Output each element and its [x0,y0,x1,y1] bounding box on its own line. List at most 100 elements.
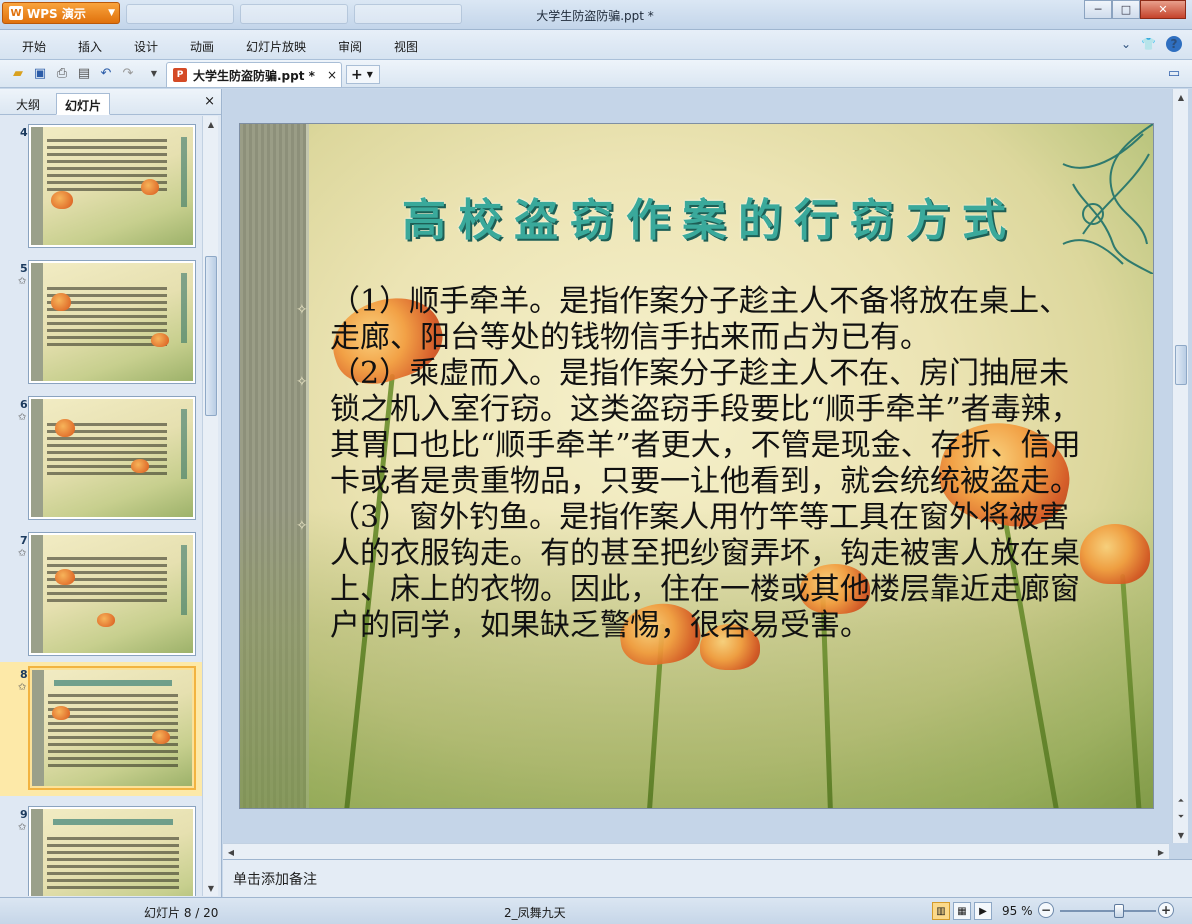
zoom-slider-track[interactable] [1060,910,1156,912]
zoom-level: 95 % [1002,904,1033,918]
minimize-button[interactable]: ─ [1084,0,1112,19]
thumbnail-image [31,809,193,896]
bullet-paragraph: ✧ （2）乘虚而入。是指作案分子趁主人不在、房门抽屉未锁之机入室行窃。这类盗窃手… [296,356,1090,500]
slide-thumbnail[interactable]: 9 ✩ [0,802,202,896]
slide-thumbnail[interactable]: 4 [0,120,202,248]
theme-name: 2_凤舞九天 [504,906,566,920]
menu-review[interactable]: 审阅 [338,38,362,55]
menu-design[interactable]: 设计 [134,38,158,55]
slide-thumbnail[interactable]: 6 ✩ [0,392,202,520]
scroll-down-icon[interactable]: ▼ [203,880,219,896]
thumbnail-image [31,263,193,381]
bullet-paragraph: ✧ （1）顺手牵羊。是指作案分子趁主人不备将放在桌上、走廊、阳台等处的钱物信手拈… [296,284,1090,356]
thumbnail-scrollbar[interactable]: ▲ ▼ [202,116,218,896]
next-slide-icon[interactable]: ⏷ [1173,809,1189,825]
thumbnail-number: 5 [20,262,28,275]
star-bullet-icon: ✧ [296,374,308,390]
wps-logo-icon: W [9,6,23,20]
wps-app-menu-button[interactable]: W WPS 演示 ▼ [2,2,120,24]
editor-horizontal-scrollbar[interactable]: ◀ ▶ [223,843,1169,859]
menu-bar: 开始 插入 设计 动画 幻灯片放映 审阅 视图 ⌄ 👕 ? [0,30,1192,60]
save-icon[interactable]: ▣ [32,65,48,81]
customize-dropdown-icon[interactable]: ▼ [146,65,162,81]
chevron-down-icon: ▼ [108,8,115,18]
tulip-flower [1080,524,1150,584]
zoom-out-button[interactable]: − [1038,902,1054,918]
tab-outline[interactable]: 大纲 [8,93,48,115]
star-bullet-icon: ✧ [296,518,308,534]
app-menu-label: WPS 演示 [27,6,86,21]
help-icon[interactable]: ? [1166,36,1182,52]
thumbnail-frame [28,396,196,520]
scrollbar-thumb[interactable] [1175,345,1187,385]
scroll-up-icon[interactable]: ▲ [203,116,219,132]
scroll-down-icon[interactable]: ▼ [1173,827,1189,843]
new-document-button[interactable]: + ▼ [346,65,380,84]
document-tab[interactable]: P 大学生防盗防骗.ppt * × [166,62,342,87]
thumbnail-number: 8 [20,668,28,681]
scroll-right-icon[interactable]: ▶ [1153,844,1169,860]
thumbnail-frame [28,260,196,384]
zoom-slider-knob[interactable] [1113,904,1124,918]
slide-thumbnail[interactable]: 5 ✩ [0,256,202,384]
thumbnail-image [32,670,192,786]
slide-thumbnail-list: 4 5 ✩ 6 ✩ 7 ✩ 8 ✩ 9 ✩ [0,116,202,896]
slide-sorter-view-icon[interactable]: ▦ [953,902,971,920]
chevron-down-icon[interactable]: ▼ [367,70,373,79]
bullet-paragraph: ✧ （3）窗外钓鱼。是指作案人用竹竿等工具在窗外将被害人的衣服钩走。有的甚至把纱… [296,500,1090,644]
scrollbar-thumb[interactable] [205,256,217,416]
close-tab-icon[interactable]: × [327,68,337,82]
slide-body-text[interactable]: ✧ （1）顺手牵羊。是指作案分子趁主人不备将放在桌上、走廊、阳台等处的钱物信手拈… [296,284,1090,644]
paragraph-text: （1）顺手牵羊。是指作案分子趁主人不备将放在桌上、走廊、阳台等处的钱物信手拈来而… [330,284,1070,355]
window-layout-icon[interactable]: ▭ [1166,65,1182,81]
menu-slideshow[interactable]: 幻灯片放映 [246,38,306,55]
open-folder-icon[interactable]: ▰ [10,65,26,81]
animation-star-icon: ✩ [18,822,27,833]
tab-slides[interactable]: 幻灯片 [56,93,111,115]
previous-slide-icon[interactable]: ⏶ [1173,793,1189,809]
slide-thumbnail[interactable]: 7 ✩ [0,528,202,656]
thumbnail-number: 4 [20,126,28,139]
menu-view[interactable]: 视图 [394,38,418,55]
thumbnail-image [31,127,193,245]
window-controls: ─ □ ✕ [1084,0,1186,19]
scroll-up-icon[interactable]: ▲ [1173,89,1189,105]
document-tab-label: 大学生防盗防骗.ppt * [193,68,315,83]
print-icon[interactable]: ⎙ [54,65,70,81]
collapse-ribbon-icon[interactable]: ⌄ [1121,37,1131,51]
print-preview-icon[interactable]: ▤ [76,65,92,81]
slide-counter: 幻灯片 8 / 20 [144,906,219,920]
close-button[interactable]: ✕ [1140,0,1186,19]
maximize-button[interactable]: □ [1112,0,1140,19]
normal-view-icon[interactable]: ▥ [932,902,950,920]
slide-title[interactable]: 高校盗窃作案的行窃方式 [310,184,1110,248]
skin-icon[interactable]: 👕 [1141,37,1156,51]
background-tab[interactable] [354,4,462,24]
thumbnail-frame [28,124,196,248]
redo-icon[interactable]: ↷ [120,65,136,81]
slideshow-view-icon[interactable]: ▶ [974,902,992,920]
slide-thumbnail-selected[interactable]: 8 ✩ [0,662,202,796]
menu-start[interactable]: 开始 [22,38,46,55]
animation-star-icon: ✩ [18,682,27,693]
paragraph-text: （3）窗外钓鱼。是指作案人用竹竿等工具在窗外将被害人的衣服钩走。有的甚至把纱窗弄… [330,500,1080,643]
background-window-tabs [126,4,462,24]
background-tab[interactable] [126,4,234,24]
menu-insert[interactable]: 插入 [78,38,102,55]
slide-navigation-panel: 大纲 幻灯片 × 4 5 ✩ 6 ✩ 7 ✩ 8 ✩ 9 ✩ ▲ ▼ [0,89,222,897]
view-buttons: ▥ ▦ ▶ [932,902,992,920]
slide-canvas[interactable]: 高校盗窃作案的行窃方式 ✧ （1）顺手牵羊。是指作案分子趁主人不备将放在桌上、走… [239,123,1154,809]
zoom-in-button[interactable]: + [1158,902,1174,918]
menu-right-tools: ⌄ 👕 ? [1121,36,1182,52]
animation-star-icon: ✩ [18,412,27,423]
animation-star-icon: ✩ [18,276,27,287]
background-tab[interactable] [240,4,348,24]
scroll-left-icon[interactable]: ◀ [223,844,239,860]
star-bullet-icon: ✧ [296,302,308,318]
notes-pane[interactable]: 单击添加备注 [223,859,1192,897]
menu-animation[interactable]: 动画 [190,38,214,55]
close-panel-icon[interactable]: × [204,94,215,109]
thumbnail-frame [28,666,196,790]
editor-vertical-scrollbar[interactable]: ▲ ⏶ ⏷ ▼ [1172,89,1188,843]
undo-icon[interactable]: ↶ [98,65,114,81]
